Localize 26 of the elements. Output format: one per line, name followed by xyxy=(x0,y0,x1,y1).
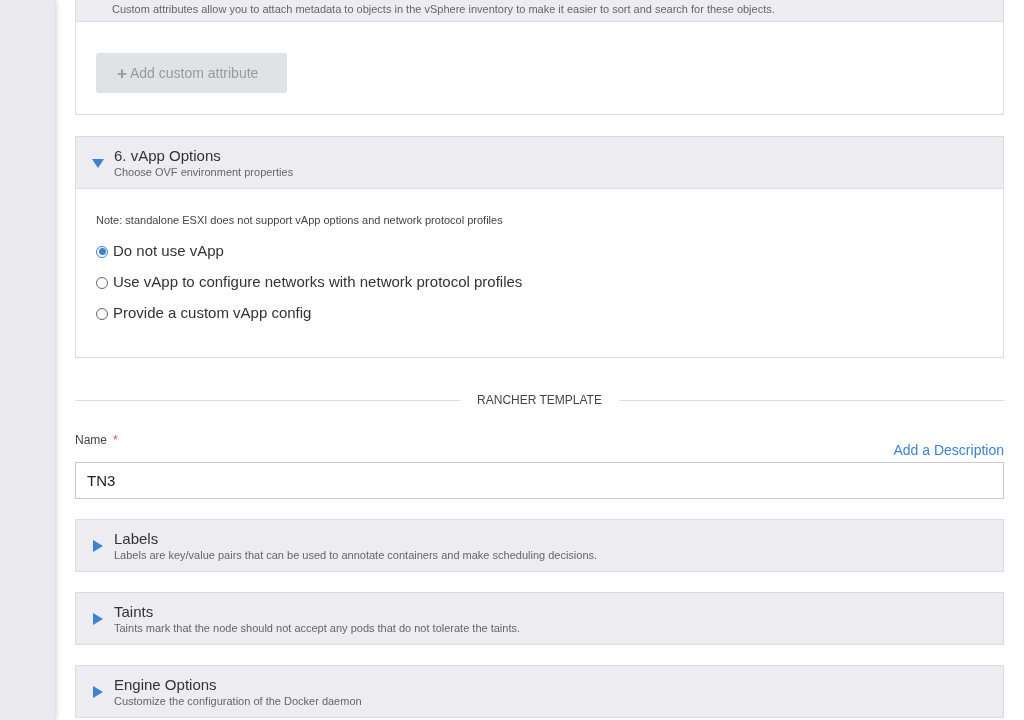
section-header[interactable]: Labels Labels are key/value pairs that can be used to annotate containers and make scheduling decisions. xyxy=(75,519,1004,572)
section-description: Customize the configuration of the Docker daemon xyxy=(114,693,362,708)
section-description: Custom attributes allow you to attach metadata to objects in the vSphere inventory to make it easier to sort and search for these objects. xyxy=(112,2,775,16)
required-mark: * xyxy=(113,432,118,449)
section-description: Labels are key/value pairs that can be used to annotate containers and make scheduling decisions. xyxy=(114,547,598,562)
add-description-link[interactable]: Add a Description xyxy=(893,440,1004,461)
section-description: Taints mark that the node should not accept any pods that do not tolerate the taints. xyxy=(114,620,521,635)
radio-option[interactable]: Provide a custom vApp config xyxy=(96,298,1003,329)
caret-right-icon[interactable] xyxy=(92,685,104,698)
radio-option[interactable]: Do not use vApp xyxy=(96,236,1003,267)
caret-right-icon[interactable] xyxy=(92,612,104,625)
section-description: Choose OVF environment properties xyxy=(114,164,294,179)
caret-right-icon[interactable] xyxy=(92,539,104,552)
divider-label: RANCHER TEMPLATE xyxy=(476,392,603,409)
section-header[interactable]: Engine Options Customize the configuration of the Docker daemon xyxy=(75,665,1004,718)
name-input[interactable]: TN3 xyxy=(75,462,1004,499)
field-label: Name xyxy=(75,432,107,449)
section-title: Taints xyxy=(114,602,155,621)
caret-down-icon[interactable] xyxy=(92,156,104,169)
section-title: Labels xyxy=(114,529,160,548)
section-title: Engine Options xyxy=(114,675,218,694)
radio-option[interactable]: Use vApp to configure networks with network protocol profiles xyxy=(96,267,1003,298)
section-header[interactable]: Taints Taints mark that the node should not accept any pods that do not tolerate the taints. xyxy=(75,592,1004,645)
note-text: Note: standalone ESXI does not support vApp options and network protocol profiles xyxy=(96,213,504,227)
section-header[interactable]: 6. vApp Options Choose OVF environment properties xyxy=(76,137,1003,189)
section-title: 6. vApp Options xyxy=(114,146,222,165)
